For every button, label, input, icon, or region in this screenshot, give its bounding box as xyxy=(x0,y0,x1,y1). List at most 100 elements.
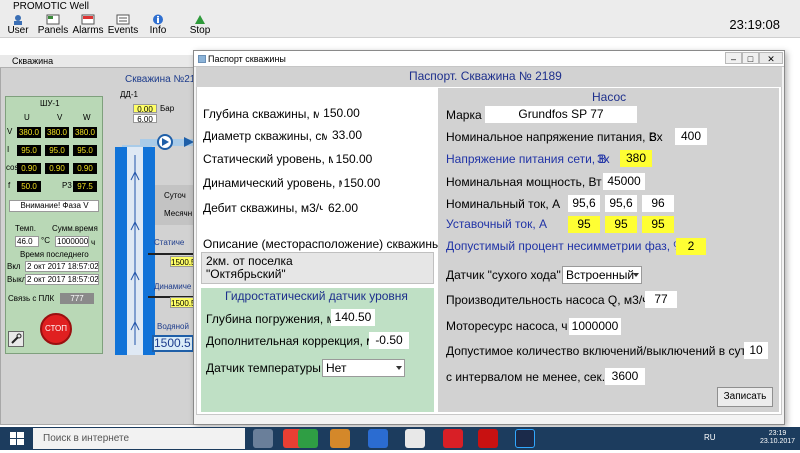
media-player-icon[interactable] xyxy=(330,429,350,448)
chevron-down-icon xyxy=(396,366,402,370)
chevron-down-icon xyxy=(633,273,639,277)
voltage-w: 380.0 xyxy=(73,127,97,138)
cos-w: 0.90 xyxy=(73,163,97,174)
info-icon xyxy=(151,14,165,25)
panels-icon xyxy=(46,14,60,25)
static-level-line xyxy=(148,253,193,255)
static-level-value: 1500.5 xyxy=(170,256,196,267)
promotic-app-icon[interactable] xyxy=(478,429,498,448)
dialog-heading: Паспорт. Скважина № 2189 xyxy=(409,69,562,83)
maximize-button[interactable]: □ xyxy=(742,52,759,64)
flow-arrows-icon xyxy=(130,155,140,345)
plc-link-label: Связь с ПЛК xyxy=(8,294,55,303)
hydro-title: Гидростатический датчик уровня xyxy=(225,289,408,303)
interval-field[interactable]: 3600 xyxy=(605,368,645,385)
temp-unit: °C xyxy=(41,236,50,245)
tools-button[interactable] xyxy=(8,331,24,347)
phase-v-label: V xyxy=(57,113,63,122)
nominal-current-w[interactable]: 96 xyxy=(642,195,674,212)
close-button[interactable]: ✕ xyxy=(759,52,783,64)
user-icon xyxy=(11,14,25,25)
performance-field[interactable]: 77 xyxy=(645,291,677,308)
events-button[interactable]: Events xyxy=(105,13,141,38)
voltage-v: 380.0 xyxy=(45,127,69,138)
taskbar-search-input[interactable]: Поиск в интернете xyxy=(33,428,245,449)
setpoint-current-v: 95 xyxy=(605,216,637,233)
save-button[interactable]: Записать xyxy=(717,387,773,407)
user-button[interactable]: User xyxy=(0,13,36,38)
nominal-power-label: Номинальная мощность, Вт xyxy=(446,175,602,189)
dry-run-select[interactable]: Встроенный xyxy=(562,266,642,284)
tray-clock[interactable]: 23:19 23.10.2017 xyxy=(760,430,795,446)
off-time-value: 2 окт 2017 18:57:02 xyxy=(25,274,99,285)
language-indicator[interactable]: RU xyxy=(704,433,716,442)
temp-value: 46.0 xyxy=(15,236,39,247)
chrome-icon[interactable] xyxy=(298,429,318,448)
immersion-depth-label: Глубина погружения, м xyxy=(206,312,335,326)
stop-button[interactable]: Stop xyxy=(182,13,218,38)
grid-voltage-label: Напряжение питания сети, В xyxy=(446,152,607,166)
dialog-title: Паспорт скважины xyxy=(208,54,286,64)
emergency-stop-button[interactable]: СТОП xyxy=(40,313,72,345)
dynamic-level-field[interactable]: 150.00 xyxy=(342,175,382,192)
minimize-button[interactable]: – xyxy=(725,52,742,64)
temp-sensor-label: Датчик температуры xyxy=(206,361,321,375)
dialog-titlebar[interactable]: Паспорт скважины xyxy=(194,51,784,67)
nominal-current-v[interactable]: 95,6 xyxy=(605,195,637,212)
alarms-icon xyxy=(81,14,95,25)
p3-value: 97.5 xyxy=(73,181,97,192)
cos-u: 0.90 xyxy=(17,163,41,174)
on-time-value: 2 окт 2017 18:57:02 xyxy=(25,261,99,272)
switch-count-field[interactable]: 10 xyxy=(744,342,768,359)
well-window-title: Скважина xyxy=(12,56,54,66)
correction-field[interactable]: -0.50 xyxy=(369,332,409,349)
alarms-button[interactable]: Alarms xyxy=(70,13,106,38)
phase-w-label: W xyxy=(83,113,91,122)
phase-u-label: U xyxy=(24,113,30,122)
yandex-browser-icon[interactable] xyxy=(443,429,463,448)
well-window-titlebar[interactable]: Скважина xyxy=(0,55,205,68)
task-view-icon[interactable] xyxy=(253,429,273,448)
description-field[interactable]: 2км. от поселка "Октябрьский" xyxy=(201,252,434,284)
stop-icon xyxy=(193,14,207,25)
f-label: f xyxy=(8,181,11,190)
brand-field[interactable]: Grundfos SP 77 xyxy=(485,106,637,123)
events-label: Events xyxy=(107,25,139,36)
start-button[interactable] xyxy=(4,427,30,450)
on-label: Вкл xyxy=(7,262,21,271)
plc-link-value: 777 xyxy=(60,293,94,304)
pump-title: Насос xyxy=(592,90,627,104)
browser-icon[interactable] xyxy=(368,429,388,448)
diameter-field[interactable]: 33.00 xyxy=(327,127,367,144)
nominal-current-u[interactable]: 95,6 xyxy=(568,195,600,212)
asymmetry-label: Допустимый процент несимметрии фаз, % xyxy=(446,239,685,253)
motor-resource-field[interactable]: 1000000 xyxy=(569,318,621,335)
flow-rate-field[interactable]: 62.00 xyxy=(323,200,363,217)
panels-button[interactable]: Panels xyxy=(35,13,71,38)
current-u: 95.0 xyxy=(17,145,41,156)
static-level-field[interactable]: 150.00 xyxy=(333,151,375,168)
current-v: 95.0 xyxy=(45,145,69,156)
minimize-icon: – xyxy=(730,54,736,64)
temp-sensor-select[interactable]: Нет xyxy=(322,359,405,377)
app-title-bar: PROMOTIC Well xyxy=(0,0,800,13)
asymmetry-value: 2 xyxy=(676,238,706,255)
info-button[interactable]: Info xyxy=(140,13,176,38)
photoshop-icon[interactable] xyxy=(515,429,535,448)
current-w: 95.0 xyxy=(73,145,97,156)
depth-field[interactable]: 150.00 xyxy=(319,105,364,122)
documents-icon[interactable] xyxy=(405,429,425,448)
side-label-daily: Суточ xyxy=(164,191,186,200)
depth-label: Глубина скважины, м xyxy=(203,107,322,121)
events-icon xyxy=(116,14,130,25)
cabinet-title: ШУ-1 xyxy=(40,99,60,108)
nominal-power-field[interactable]: 45000 xyxy=(603,173,645,190)
switch-count-label: Допустимое количество включений/выключен… xyxy=(446,344,758,358)
alarms-label: Alarms xyxy=(72,25,104,36)
clock: 23:19:08 xyxy=(729,17,780,32)
water-level-value: 1500.5 xyxy=(152,335,194,352)
immersion-depth-field[interactable]: 140.50 xyxy=(331,309,375,326)
performance-label: Производительность насоса Q, м3/ч xyxy=(446,293,649,307)
water-level-label: Водяной xyxy=(157,322,189,331)
nominal-voltage-field[interactable]: 400 xyxy=(675,128,707,145)
